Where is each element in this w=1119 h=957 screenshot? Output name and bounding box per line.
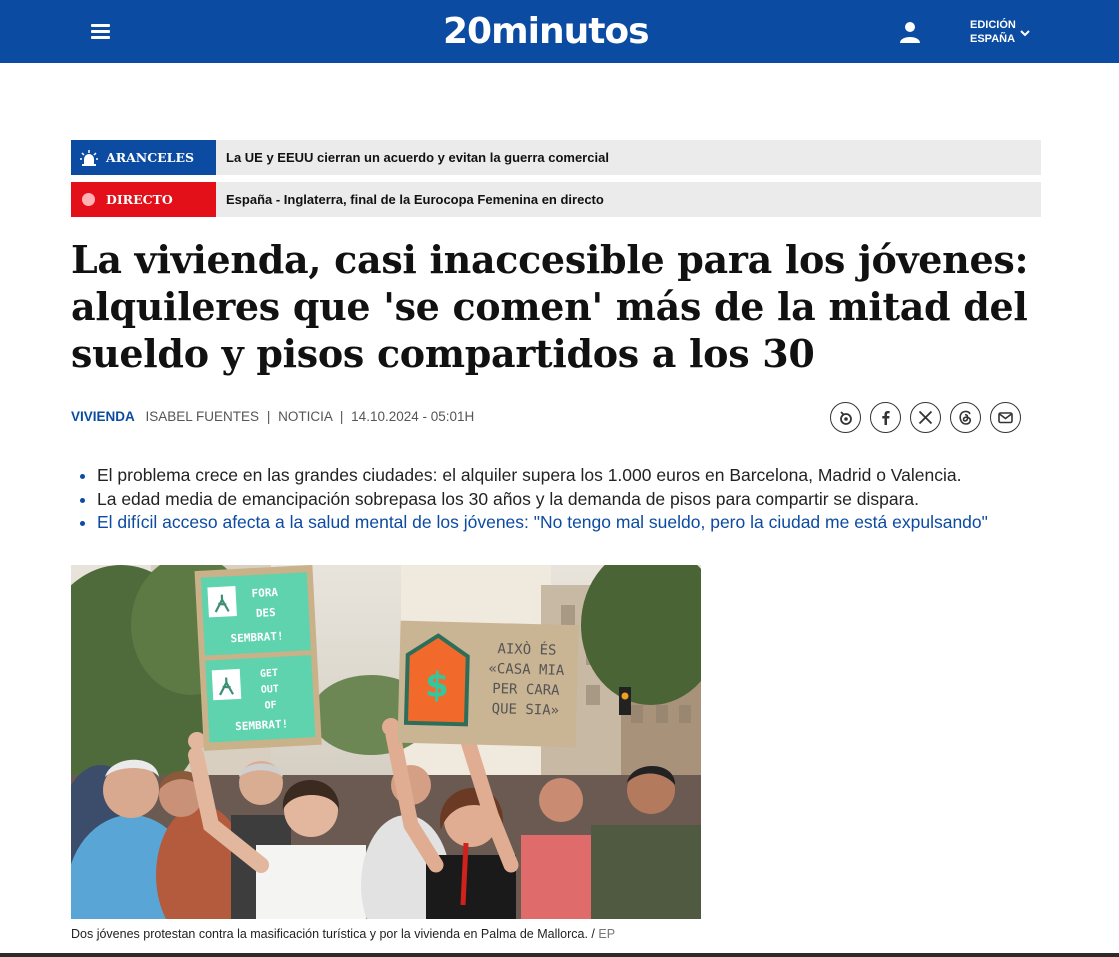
chevron-down-icon xyxy=(1020,30,1030,37)
svg-text:OF: OF xyxy=(264,700,277,712)
threads-icon xyxy=(959,410,972,425)
article-summary: El problema crece en las grandes ciudade… xyxy=(80,464,1080,535)
article-author[interactable]: ISABEL FUENTES xyxy=(146,409,260,424)
svg-text:GET: GET xyxy=(260,668,279,680)
photo-credit: EP xyxy=(598,927,616,941)
svg-text:$: $ xyxy=(425,665,450,706)
breaking-headline[interactable]: La UE y EEUU cierran un acuerdo y evitan… xyxy=(226,140,609,175)
live-headline[interactable]: España - Inglaterra, final de la Eurocop… xyxy=(226,182,604,217)
svg-text:AIXÒ ÉS: AIXÒ ÉS xyxy=(497,639,556,659)
live-tag-label: DIRECTO xyxy=(106,192,173,207)
summary-item: El problema crece en las grandes ciudade… xyxy=(80,464,1080,488)
svg-text:«CASA MIA: «CASA MIA xyxy=(488,661,565,679)
edition-label: EDICIÓN xyxy=(970,19,1016,31)
article-title: La vivienda, casi inaccesible para los j… xyxy=(71,237,1029,376)
summary-item: La edad media de emancipación sobrepasa … xyxy=(80,488,1080,512)
article-meta: VIVIENDA ISABEL FUENTES | NOTICIA | 14.1… xyxy=(71,409,474,425)
svg-text:FORA: FORA xyxy=(251,586,279,600)
article-type: NOTICIA xyxy=(278,409,333,424)
facebook-icon xyxy=(882,411,890,425)
caption-separator: / xyxy=(591,927,595,941)
article-date: 14.10.2024 - 05:01H xyxy=(351,409,475,424)
live-news-strip[interactable]: DIRECTO España - Inglaterra, final de la… xyxy=(71,182,1041,217)
edition-selector[interactable]: EDICIÓN ESPAÑA xyxy=(970,18,1030,46)
article-section-link[interactable]: VIVIENDA xyxy=(71,409,135,424)
article-photo[interactable]: FORA DES SEMBRAT! GET OUT OF SEMBRAT! $ … xyxy=(71,565,701,919)
edition-country: ESPAÑA xyxy=(970,33,1016,45)
hamburger-menu-icon[interactable] xyxy=(91,22,111,40)
svg-text:QUE SIA»: QUE SIA» xyxy=(491,701,559,719)
x-icon xyxy=(918,410,933,425)
meta-separator: | xyxy=(339,409,344,424)
bluesky-icon xyxy=(840,411,852,425)
svg-text:PER CARA: PER CARA xyxy=(492,681,560,699)
svg-text:DES: DES xyxy=(256,606,277,620)
user-icon[interactable] xyxy=(899,20,921,44)
site-header: 20minutos EDICIÓN ESPAÑA xyxy=(0,0,1119,63)
share-bluesky-button[interactable] xyxy=(830,402,861,433)
page-bottom-bar xyxy=(0,953,1119,957)
caption-text: Dos jóvenes protestan contra la masifica… xyxy=(71,927,588,941)
share-x-button[interactable] xyxy=(910,402,941,433)
share-threads-button[interactable] xyxy=(950,402,981,433)
protest-photo-illustration: FORA DES SEMBRAT! GET OUT OF SEMBRAT! $ … xyxy=(71,565,701,919)
site-logo[interactable]: 20minutos xyxy=(443,9,650,55)
email-icon xyxy=(998,412,1013,424)
breaking-tag-label: ARANCELES xyxy=(106,150,195,165)
share-facebook-button[interactable] xyxy=(870,402,901,433)
share-email-button[interactable] xyxy=(990,402,1021,433)
live-dot-icon xyxy=(82,193,95,206)
svg-text:OUT: OUT xyxy=(261,684,280,696)
svg-text:SEMBRAT!: SEMBRAT! xyxy=(230,630,284,646)
svg-text:SEMBRAT!: SEMBRAT! xyxy=(235,717,289,733)
meta-separator: | xyxy=(266,409,271,424)
live-tag: DIRECTO xyxy=(71,182,216,217)
photo-caption: Dos jóvenes protestan contra la masifica… xyxy=(71,927,615,942)
breaking-tag: ARANCELES xyxy=(71,140,216,175)
breaking-news-strip[interactable]: ARANCELES La UE y EEUU cierran un acuerd… xyxy=(71,140,1041,175)
summary-link-item[interactable]: El difícil acceso afecta a la salud ment… xyxy=(80,511,1080,535)
alarm-light-icon xyxy=(80,150,98,166)
